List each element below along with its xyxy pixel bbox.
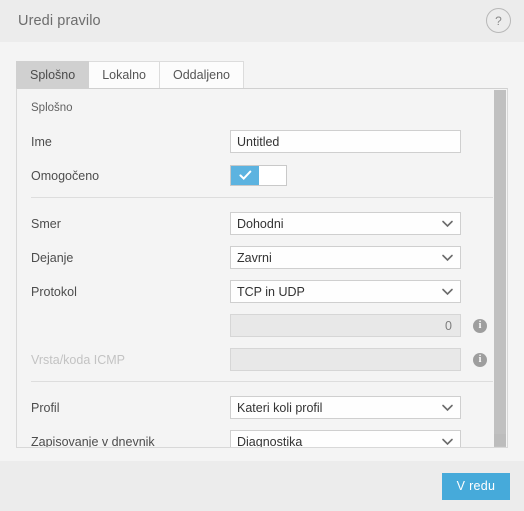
control-protocol: TCP in UDP (230, 280, 507, 303)
help-icon[interactable]: ? (486, 8, 511, 33)
field-row-action: Dejanje Zavrni (17, 243, 507, 272)
tab-oddaljeno[interactable]: Oddaljeno (158, 61, 244, 88)
logging-select-wrap: Diagnostika (230, 430, 461, 448)
protocol-select-value: TCP in UDP (237, 284, 305, 299)
control-logging: Diagnostika (230, 430, 507, 448)
label-logging: Zapisovanje v dnevnik (31, 434, 155, 448)
name-input[interactable] (230, 130, 461, 153)
tab-panel-splosno: Splošno Ime Omogočeno (16, 88, 508, 448)
protocol-select-wrap: TCP in UDP (230, 280, 461, 303)
tab-lokalno[interactable]: Lokalno (88, 61, 160, 88)
enabled-toggle[interactable] (230, 165, 287, 186)
profile-select[interactable]: Kateri koli profil (230, 396, 461, 419)
control-name (230, 130, 507, 153)
field-row-protocol: Protokol TCP in UDP (17, 277, 507, 306)
divider-2 (31, 381, 493, 382)
logging-select[interactable]: Diagnostika (230, 430, 461, 448)
label-protocol: Protokol (31, 284, 77, 299)
label-profile: Profil (31, 400, 60, 415)
scroll-down-button[interactable] (494, 434, 506, 446)
info-icon[interactable]: i (473, 318, 487, 333)
field-row-logging: Zapisovanje v dnevnik Diagnostika (17, 427, 507, 448)
action-select-value: Zavrni (237, 250, 272, 265)
edit-rule-dialog: Uredi pravilo ? Splošno Lokalno Oddaljen… (0, 0, 524, 511)
direction-select-wrap: Dohodni (230, 212, 461, 235)
control-profile: Kateri koli profil (230, 396, 507, 419)
label-name: Ime (31, 134, 52, 149)
ok-button[interactable]: V redu (442, 472, 510, 500)
dialog-title: Uredi pravilo (18, 13, 101, 29)
check-icon (238, 170, 252, 181)
direction-select-value: Dohodni (237, 216, 284, 231)
control-icmp: i (230, 348, 507, 371)
action-select[interactable]: Zavrni (230, 246, 461, 269)
field-row-name: Ime (17, 127, 507, 156)
label-direction: Smer (31, 216, 61, 231)
field-row-enabled: Omogočeno (17, 161, 507, 190)
direction-select[interactable]: Dohodni (230, 212, 461, 235)
label-icmp: Vrsta/koda ICMP (31, 352, 126, 367)
field-row-direction: Smer Dohodni (17, 209, 507, 238)
divider-1 (31, 197, 493, 198)
control-enabled (230, 165, 507, 186)
field-row-icmp: Vrsta/koda ICMP i (17, 345, 507, 374)
profile-select-value: Kateri koli profil (237, 400, 323, 415)
label-action: Dejanje (31, 250, 74, 265)
tab-oddaljeno-label: Oddaljeno (172, 68, 230, 82)
toggle-off-half (259, 166, 286, 185)
profile-select-wrap: Kateri koli profil (230, 396, 461, 419)
toggle-on-half (231, 166, 259, 185)
control-protocol-number: i (230, 314, 507, 337)
control-direction: Dohodni (230, 212, 507, 235)
field-row-profile: Profil Kateri koli profil (17, 393, 507, 422)
section-title: Splošno (31, 102, 73, 114)
tab-splosno-label: Splošno (30, 68, 76, 82)
dialog-body: Splošno Lokalno Oddaljeno Splošno Ime Un… (0, 42, 524, 461)
info-icon[interactable]: i (473, 352, 487, 367)
help-icon-glyph: ? (495, 13, 502, 28)
tab-splosno[interactable]: Splošno (16, 61, 90, 88)
dialog-footer: V redu (0, 461, 524, 511)
dialog-titlebar: Uredi pravilo ? (0, 0, 524, 42)
control-action: Zavrni (230, 246, 507, 269)
tabstrip: Splošno Lokalno Oddaljeno (16, 61, 508, 88)
field-row-protocol-number: i (17, 311, 507, 340)
label-enabled: Omogočeno (31, 168, 100, 183)
icmp-input (230, 348, 461, 371)
action-select-wrap: Zavrni (230, 246, 461, 269)
panel-content: Splošno Ime Omogočeno (17, 89, 507, 448)
vertical-scroll-thumb[interactable] (494, 90, 506, 447)
logging-select-value: Diagnostika (237, 434, 303, 448)
protocol-select[interactable]: TCP in UDP (230, 280, 461, 303)
tab-lokalno-label: Lokalno (102, 68, 146, 82)
vertical-scrollbar[interactable] (494, 90, 506, 447)
protocol-number-input (230, 314, 461, 337)
